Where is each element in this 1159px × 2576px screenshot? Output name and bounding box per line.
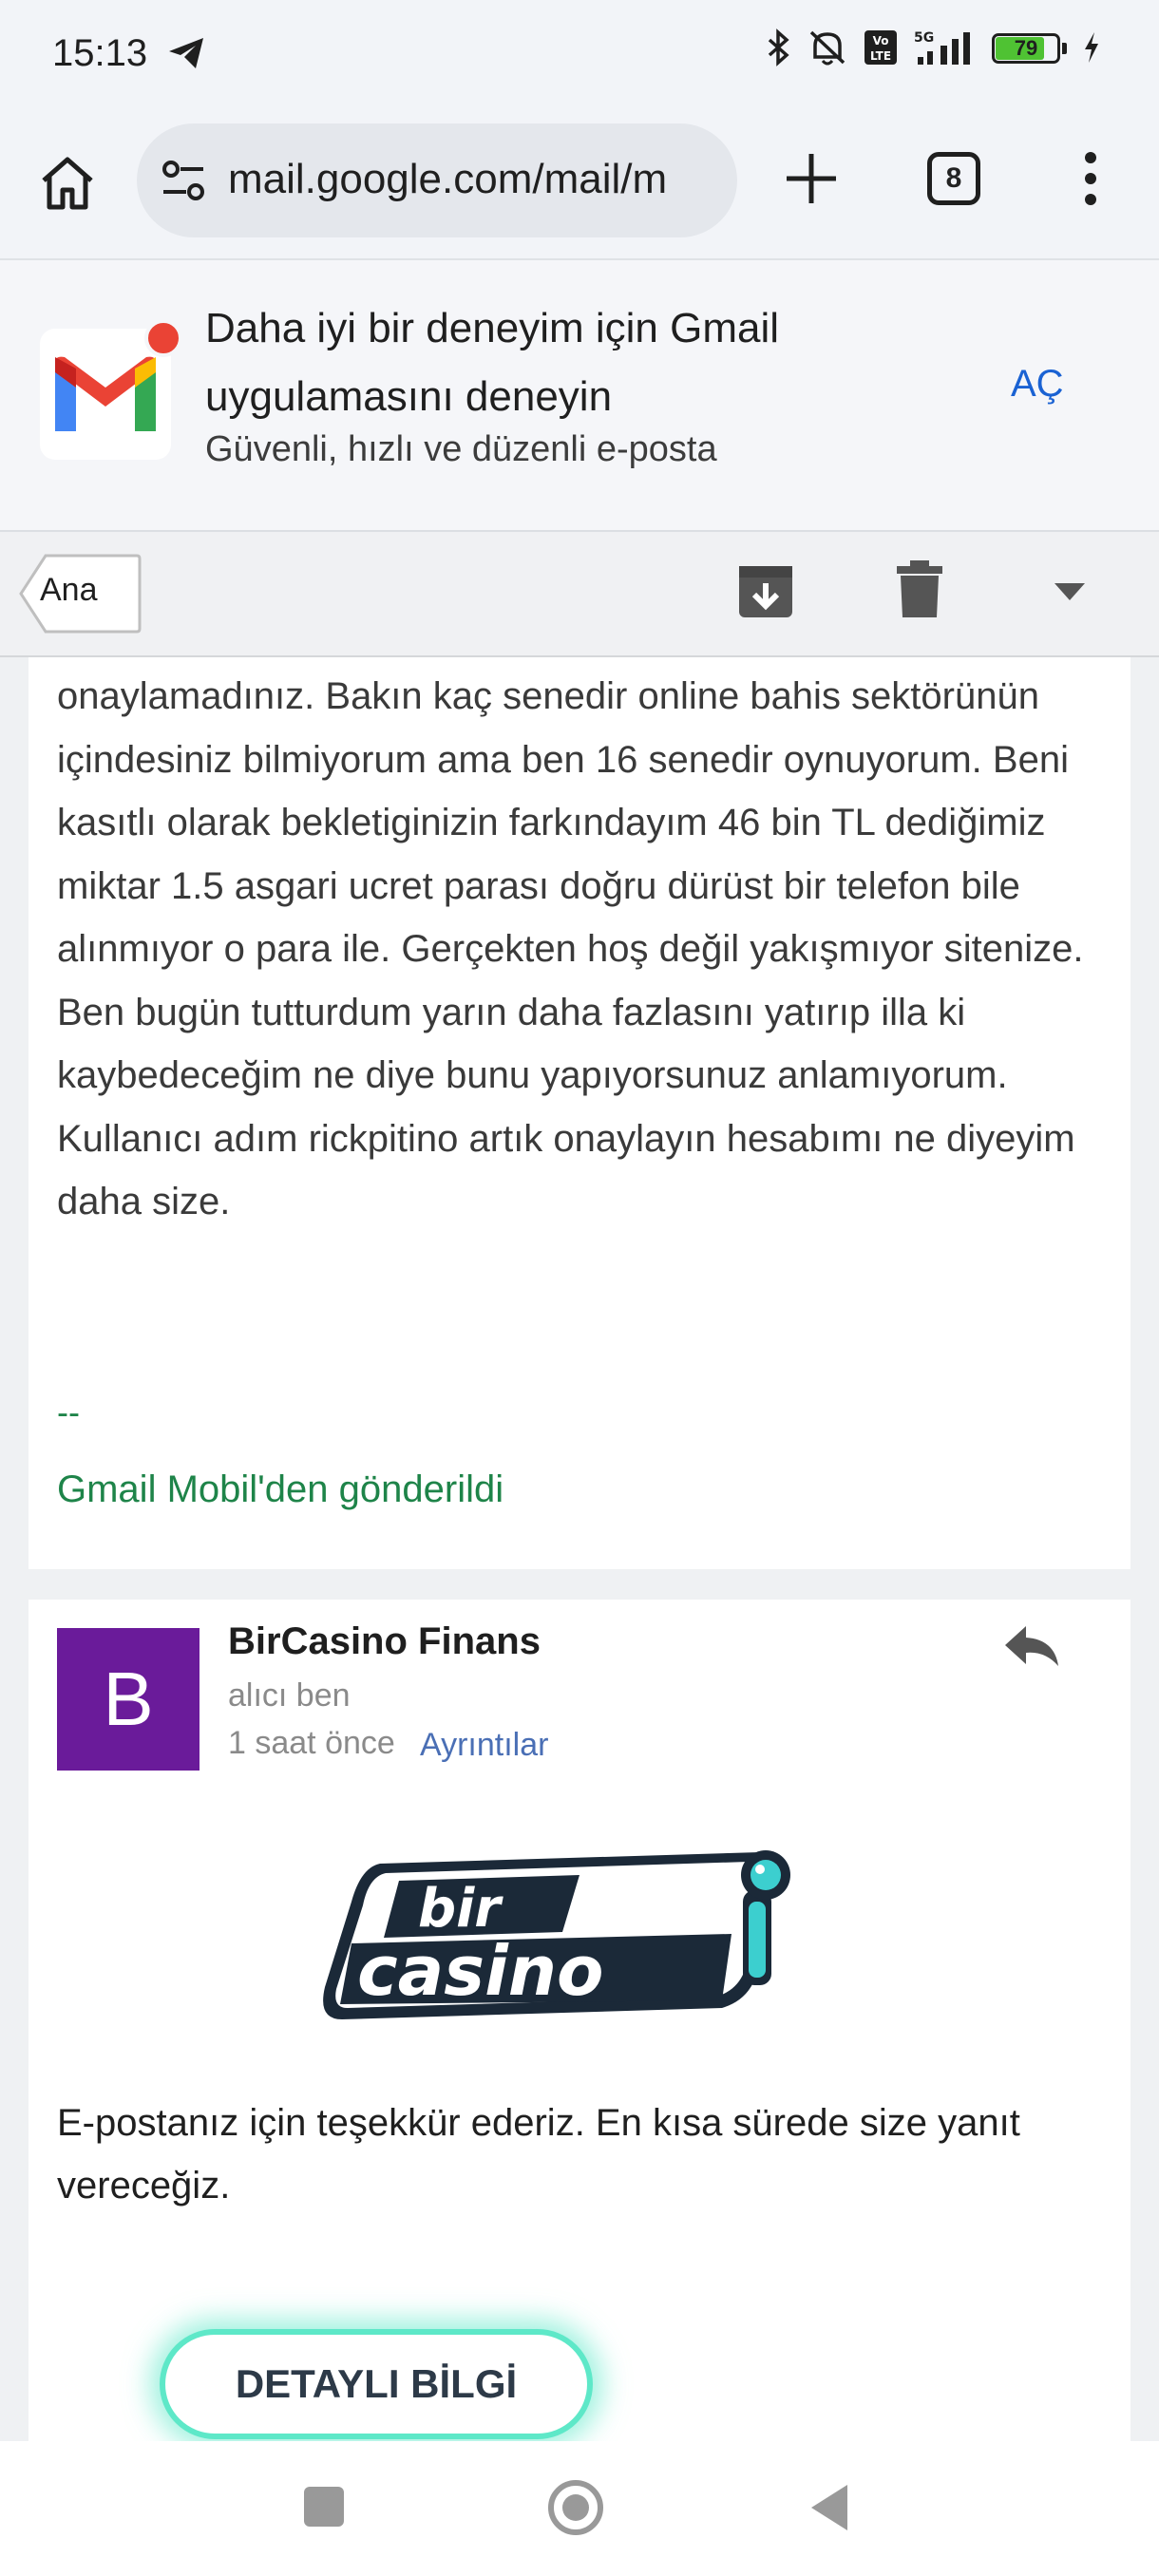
battery-indicator: 79 — [992, 29, 1068, 66]
conversation-view: onaylamadınız. Bakın kaç senedir online … — [0, 657, 1159, 2441]
url-text[interactable]: mail.google.com/mail/m — [228, 156, 722, 203]
svg-text:LTE: LTE — [870, 49, 891, 63]
reply-icon[interactable] — [1003, 1622, 1060, 1670]
dropdown-icon[interactable] — [1053, 581, 1087, 602]
status-time: 15:13 — [52, 32, 148, 74]
tab-switcher-button[interactable]: 8 — [927, 152, 980, 205]
svg-text:5G: 5G — [914, 30, 934, 46]
back-nav-icon[interactable] — [809, 2483, 851, 2532]
message-body: onaylamadınız. Bakın kaç senedir online … — [57, 675, 1084, 1222]
tune-icon[interactable] — [162, 160, 205, 201]
volte-icon: Vo LTE — [864, 30, 897, 65]
message-card-1: onaylamadınız. Bakın kaç senedir online … — [28, 657, 1130, 1569]
recipient: alıcı ben — [228, 1677, 351, 1714]
system-nav-bar — [0, 2441, 1159, 2576]
mute-icon — [809, 30, 846, 66]
charging-icon — [1085, 32, 1098, 63]
signature: Gmail Mobil'den gönderildi — [57, 1468, 504, 1510]
signal-icon: 5G — [914, 30, 970, 65]
avatar: B — [57, 1628, 200, 1771]
notification-dot — [144, 319, 182, 357]
bircasino-logo: bir casino — [314, 1845, 826, 2035]
details-link[interactable]: Ayrıntılar — [420, 1727, 548, 1764]
recents-button[interactable] — [304, 2487, 344, 2527]
message-card-2: B BirCasino Finans alıcı ben 1 saat önce… — [28, 1600, 1130, 2441]
mail-action-bar: Ana — [0, 532, 1159, 657]
archive-icon[interactable] — [737, 560, 794, 621]
home-icon[interactable] — [36, 152, 99, 215]
status-bar: 15:13 Vo LTE 5G 79 — [0, 0, 1159, 112]
bluetooth-icon — [768, 28, 789, 66]
back-label[interactable]: Ana — [40, 572, 98, 609]
battery-level: 79 — [1014, 36, 1038, 60]
cta-label[interactable]: DETAYLI BİLGİ — [165, 2335, 587, 2434]
gmail-app-promo: Daha iyi bir deneyim için Gmail uygulama… — [0, 260, 1159, 532]
trash-icon[interactable] — [897, 559, 942, 619]
sender-name: BirCasino Finans — [228, 1620, 541, 1662]
svg-text:Vo: Vo — [873, 34, 889, 47]
logo-casino: casino — [357, 1931, 604, 2011]
details-cta-button[interactable]: DETAYLI BİLGİ — [160, 2329, 593, 2439]
auto-reply-text: E-postanız için teşekkür ederiz. En kısa… — [57, 2102, 1020, 2207]
message-time: 1 saat önce — [228, 1725, 395, 1761]
open-app-button[interactable]: AÇ — [1011, 363, 1064, 406]
signature-separator: -- — [57, 1392, 80, 1431]
browser-toolbar: mail.google.com/mail/m 8 — [0, 112, 1159, 260]
bircasino-logo-graphic: bir casino — [323, 1850, 790, 2019]
telegram-icon — [169, 38, 203, 68]
home-nav-icon[interactable] — [547, 2479, 604, 2536]
more-icon[interactable] — [1072, 150, 1110, 207]
promo-subtitle: Güvenli, hızlı ve düzenli e-posta — [205, 429, 717, 469]
url-bar[interactable]: mail.google.com/mail/m — [137, 123, 737, 237]
promo-title: Daha iyi bir deneyim için Gmail uygulama… — [205, 305, 779, 420]
status-icons: Vo LTE 5G 79 — [766, 28, 1102, 66]
plus-icon[interactable] — [781, 148, 842, 209]
